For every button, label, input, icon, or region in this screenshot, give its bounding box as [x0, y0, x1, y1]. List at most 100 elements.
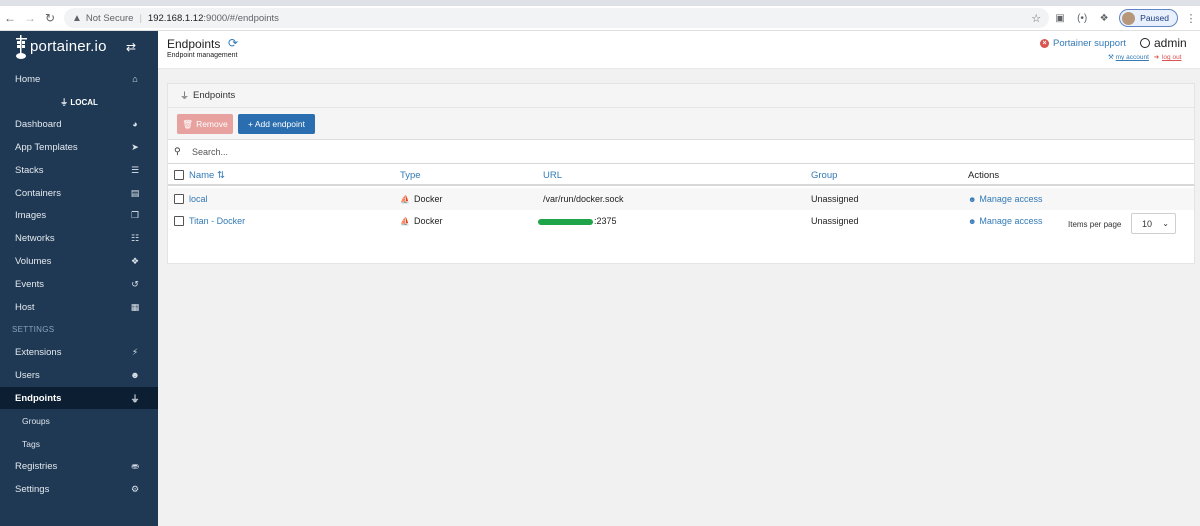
- items-per-page-select[interactable]: 10 ⌄: [1131, 213, 1176, 234]
- users-icon: ☻: [130, 370, 140, 380]
- column-header-actions: Actions: [968, 170, 1000, 181]
- profile-button[interactable]: Paused: [1119, 9, 1178, 27]
- endpoint-name-link[interactable]: Titan - Docker: [189, 216, 245, 226]
- tachometer-icon: ◕: [132, 119, 138, 129]
- row-checkbox[interactable]: [174, 216, 184, 226]
- sidebar-item-host[interactable]: Host ▦: [0, 296, 158, 318]
- user-circle-icon: [1140, 38, 1150, 48]
- sidebar-item-extensions[interactable]: Extensions ⚡: [0, 341, 158, 363]
- add-endpoint-label: + Add endpoint: [248, 119, 305, 129]
- column-header-type[interactable]: Type: [400, 170, 421, 181]
- back-icon[interactable]: ←: [0, 11, 20, 25]
- sidebar-item-networks[interactable]: Networks ☷: [0, 227, 158, 249]
- chevron-down-icon: ⌄: [1162, 219, 1169, 228]
- forward-icon[interactable]: →: [20, 11, 40, 25]
- manage-access-link[interactable]: ☻ Manage access: [968, 216, 1042, 226]
- portainer-support-link[interactable]: × Portainer support: [1040, 38, 1126, 49]
- row-checkbox[interactable]: [174, 194, 184, 204]
- sidebar-item-label: Settings: [15, 483, 50, 495]
- endpoint-url-port: :2375: [594, 216, 617, 226]
- sidebar-item-settings[interactable]: Settings ⚙: [0, 478, 158, 500]
- sidebar-item-home[interactable]: Home ⌂: [0, 68, 158, 90]
- endpoint-url: /var/run/docker.sock: [543, 194, 624, 204]
- screenshot-icon[interactable]: ▣: [1049, 13, 1071, 24]
- sidebar-item-label: Host: [15, 301, 35, 313]
- search-input[interactable]: Search...: [192, 147, 228, 157]
- sidebar-item-label: App Templates: [15, 141, 78, 153]
- brand-name: portainer.io: [30, 38, 107, 55]
- search-bar[interactable]: ⚲ Search...: [168, 140, 1194, 164]
- sidebar-item-label: Endpoints: [15, 392, 62, 404]
- sidebar-item-stacks[interactable]: Stacks ☰: [0, 159, 158, 181]
- plug-icon: ⏚: [180, 91, 190, 101]
- endpoint-type: ⛵ Docker: [400, 194, 442, 204]
- address-bar[interactable]: ▲ Not Secure | 192.168.1.12 :9000/#/endp…: [64, 8, 1050, 28]
- endpoint-group: Unassigned: [811, 216, 859, 226]
- page-subtitle: Endpoint management: [167, 52, 238, 59]
- sidebar-item-images[interactable]: Images ❐: [0, 204, 158, 226]
- sidebar-item-containers[interactable]: Containers ▤: [0, 182, 158, 204]
- column-header-url[interactable]: URL: [543, 170, 562, 181]
- sidebar-toggle-icon[interactable]: ⇄: [126, 40, 136, 54]
- column-header-name[interactable]: Name ⇅: [189, 170, 225, 181]
- reload-icon[interactable]: ↻: [40, 11, 60, 25]
- sidebar-item-app-templates[interactable]: App Templates ➤: [0, 136, 158, 158]
- sidebar-item-endpoints[interactable]: Endpoints ⏚: [0, 387, 158, 409]
- sort-icon: ⇅: [216, 170, 225, 181]
- docker-icon: ⛵: [400, 195, 410, 204]
- sidebar-item-label: Dashboard: [15, 118, 62, 130]
- sidebar-item-label: Networks: [15, 232, 55, 244]
- warning-icon: ▲: [72, 12, 82, 24]
- browser-toolbar: ← → ↻ ▲ Not Secure | 192.168.1.12 :9000/…: [0, 6, 1200, 31]
- plug-icon: ⏚: [60, 98, 71, 107]
- table-row: local ⛵ Docker /var/run/docker.sock Unass…: [168, 188, 1194, 210]
- add-endpoint-button[interactable]: + Add endpoint: [238, 114, 315, 134]
- brand[interactable]: portainer.io ⇄: [0, 31, 158, 64]
- sidebar-item-volumes[interactable]: Volumes ❖: [0, 250, 158, 272]
- sidebar-item-label: Images: [15, 209, 47, 221]
- sidebar: portainer.io ⇄ Home ⌂ ⏚ LOCAL Dashboard …: [0, 31, 158, 526]
- portainer-logo-icon: [16, 35, 27, 59]
- sidebar-subitem-tags[interactable]: Tags: [0, 434, 158, 454]
- remove-label: Remove: [196, 119, 228, 129]
- account-links: ⚒ my account ➜ log out: [1108, 53, 1182, 61]
- sidebar-item-label: Events: [15, 278, 45, 290]
- profile-status: Paused: [1140, 13, 1169, 23]
- docker-icon: ⛵: [400, 217, 410, 226]
- content-area: ⏚ Endpoints 🗑 Remove + Add endpoint ⚲ Se…: [158, 69, 1200, 526]
- bookmark-star-icon[interactable]: ☆: [1031, 12, 1041, 25]
- home-icon: ⌂: [132, 74, 138, 84]
- browser-menu-icon[interactable]: ⋮: [1182, 12, 1200, 25]
- endpoint-type-label: Docker: [413, 194, 443, 204]
- sitemap-icon: ☷: [130, 232, 140, 243]
- select-all-checkbox[interactable]: [174, 170, 184, 180]
- refresh-icon[interactable]: ⟳: [228, 36, 238, 50]
- database-icon: ⛂: [131, 460, 139, 471]
- broadcast-icon[interactable]: (•): [1071, 13, 1093, 24]
- sidebar-item-label: Volumes: [15, 255, 52, 267]
- column-header-group[interactable]: Group: [811, 170, 837, 181]
- manage-access-link[interactable]: ☻ Manage access: [968, 194, 1042, 204]
- support-icon: ×: [1040, 39, 1049, 48]
- sidebar-item-events[interactable]: Events ↺: [0, 273, 158, 295]
- wrench-icon: ⚒: [1108, 54, 1114, 61]
- sidebar-item-dashboard[interactable]: Dashboard ◕: [0, 113, 158, 135]
- endpoint-name-link[interactable]: local: [189, 194, 208, 204]
- endpoint-type: ⛵ Docker: [400, 216, 442, 226]
- clone-icon: ❐: [130, 209, 140, 220]
- log-out-link[interactable]: log out: [1162, 54, 1182, 61]
- current-endpoint: ⏚ LOCAL: [0, 97, 158, 108]
- remove-button[interactable]: 🗑 Remove: [177, 114, 233, 134]
- sidebar-item-label: Home: [15, 73, 41, 85]
- widget-header: ⏚ Endpoints: [168, 84, 1194, 108]
- sidebar-subitem-groups[interactable]: Groups: [0, 411, 158, 431]
- server-icon: ▤: [130, 187, 140, 198]
- extensions-puzzle-icon[interactable]: ❖: [1093, 13, 1115, 24]
- my-account-link[interactable]: my account: [1116, 54, 1149, 61]
- sidebar-item-users[interactable]: Users ☻: [0, 364, 158, 386]
- sidebar-item-registries[interactable]: Registries ⛂: [0, 455, 158, 477]
- cogs-icon: ⚙: [130, 483, 140, 494]
- users-icon: ☻: [968, 195, 977, 204]
- sidebar-subitem-label: Tags: [22, 439, 40, 449]
- th-list-icon: ☰: [130, 164, 140, 175]
